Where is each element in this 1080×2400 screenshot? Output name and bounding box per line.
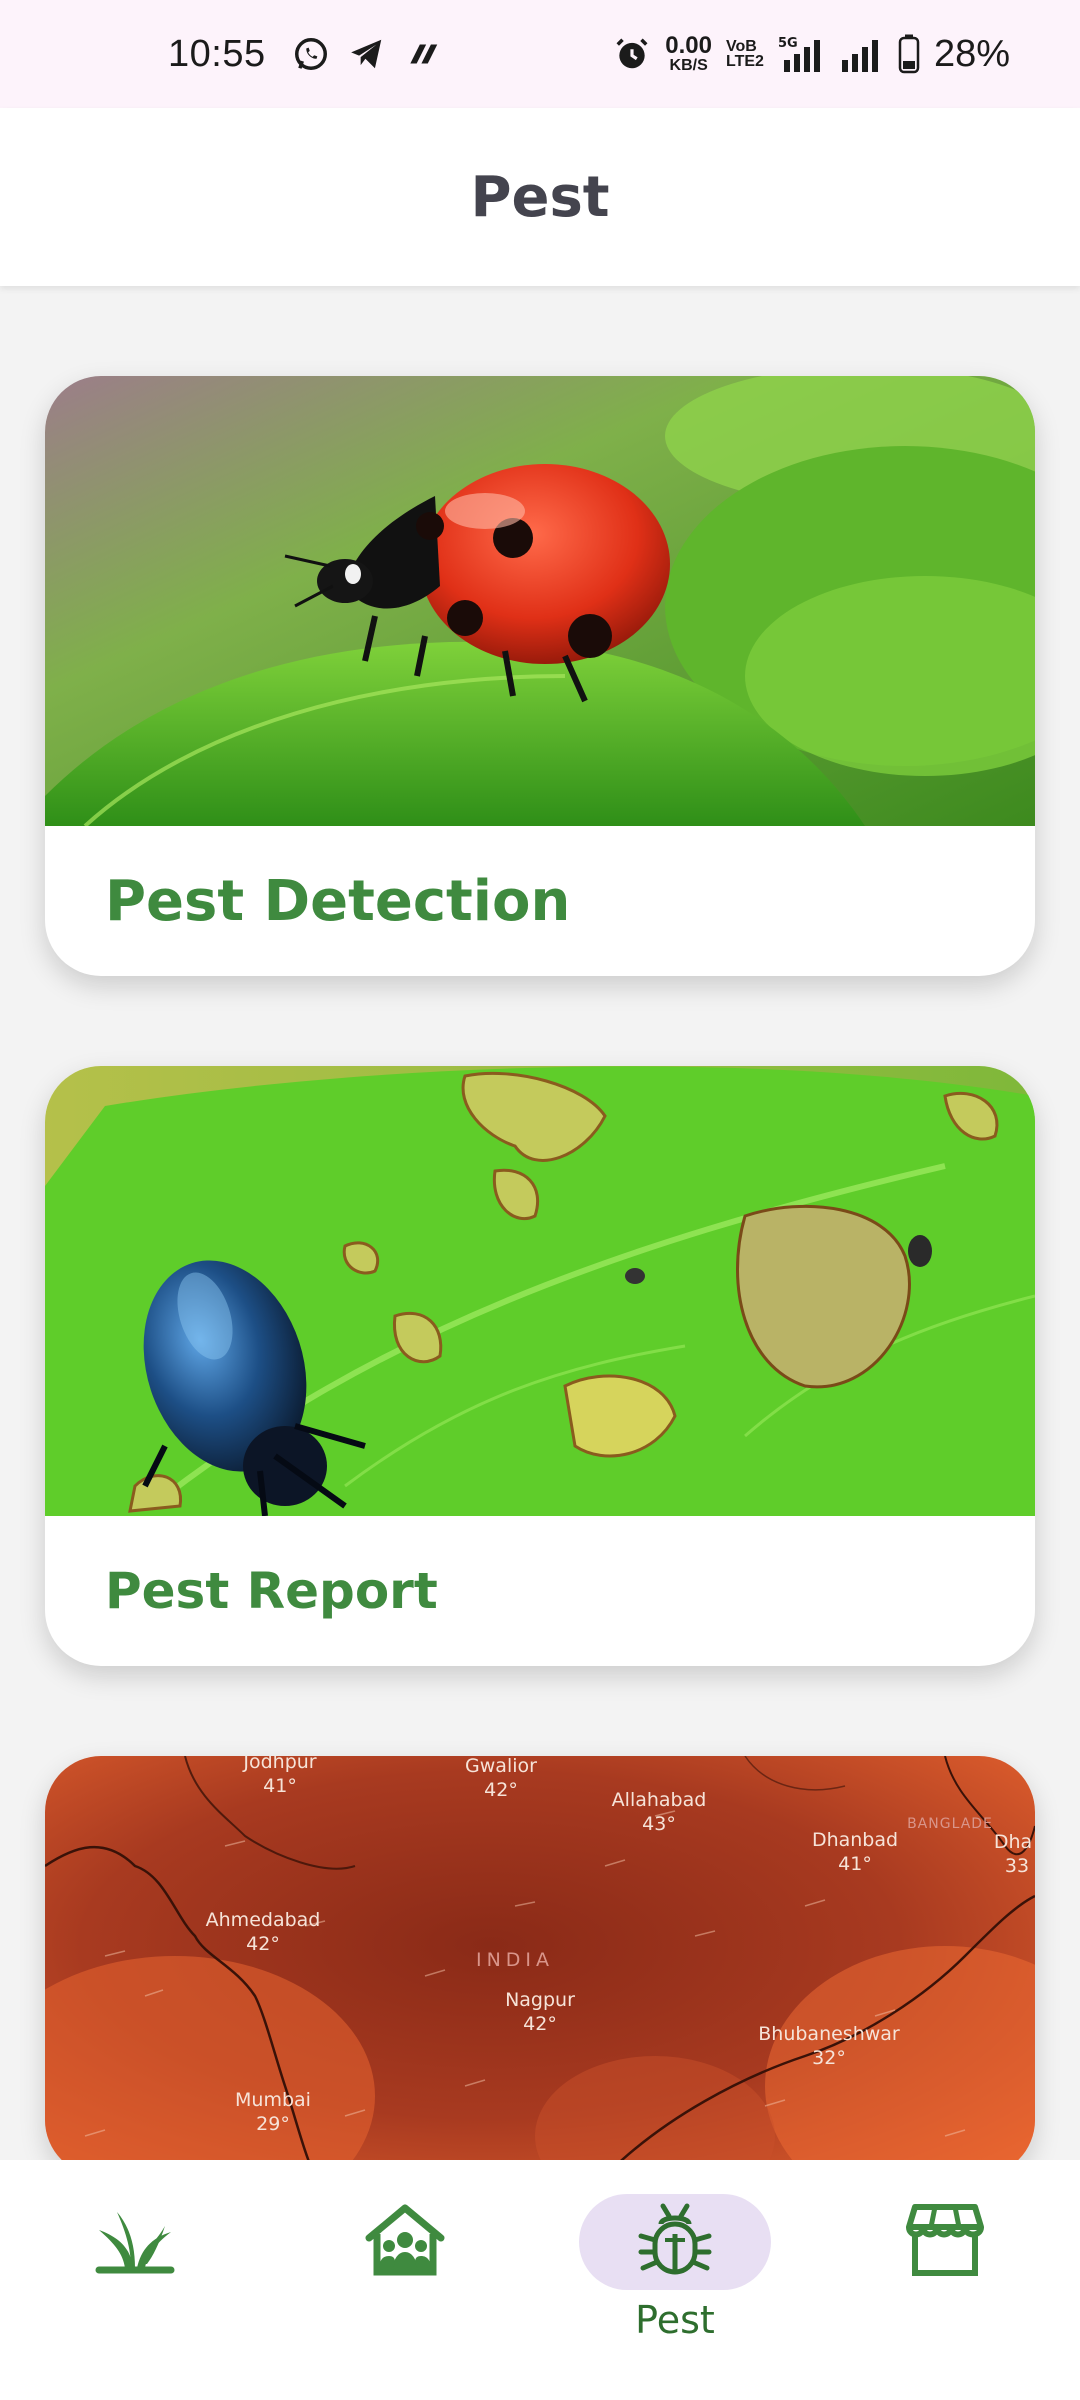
map-label-mumbai: Mumbai <box>235 2089 311 2111</box>
battery-percent: 28% <box>933 32 1010 75</box>
bug-icon <box>637 2200 713 2285</box>
map-label-dha: Dha <box>994 1831 1032 1853</box>
app-header: Pest <box>0 108 1080 286</box>
pest-detection-card[interactable]: Pest Detection <box>45 376 1035 976</box>
app-notification-icon <box>404 35 442 73</box>
map-temp-mumbai: 29° <box>256 2113 290 2135</box>
nav-item-store[interactable] <box>810 2160 1080 2400</box>
nav-pill <box>309 2194 501 2290</box>
weather-map-card[interactable]: Jodhpur 41° Gwalior 42° Allahabad 43° Dh… <box>45 1756 1035 2176</box>
alarm-icon <box>613 35 651 73</box>
card-title: Pest Report <box>105 1562 438 1620</box>
map-label-dhanbad: Dhanbad <box>812 1829 898 1851</box>
map-temp-jodhpur: 41° <box>263 1775 297 1797</box>
network-speed: 0.00 KB/S <box>665 32 712 74</box>
heat-map-image: Jodhpur 41° Gwalior 42° Allahabad 43° Dh… <box>45 1756 1035 2176</box>
volte-indicator: VoB LTE2 <box>726 37 764 70</box>
map-temp-dhanbad: 41° <box>838 1853 872 1875</box>
status-time: 10:55 <box>168 32 266 75</box>
nav-pill <box>849 2194 1041 2290</box>
map-neighbor-label: BANGLADE <box>907 1816 993 1832</box>
map-label-ahmedabad: Ahmedabad <box>206 1909 321 1931</box>
community-home-icon <box>363 2202 447 2283</box>
signal-5g-icon: 5G <box>778 34 826 74</box>
telegram-icon <box>348 35 386 73</box>
map-temp-ahmedabad: 42° <box>246 1933 280 1955</box>
store-icon <box>905 2203 985 2282</box>
map-label-jodhpur: Jodhpur <box>242 1756 316 1773</box>
pest-report-card[interactable]: Pest Report <box>45 1066 1035 1666</box>
nav-pill <box>39 2194 231 2290</box>
status-bar: 10:55 0.00 KB/S VoB LTE2 5G 28% <box>0 0 1080 108</box>
nav-pill-active <box>579 2194 771 2290</box>
map-temp-gwalior: 42° <box>484 1779 518 1801</box>
plant-sprout-icon <box>95 2204 175 2281</box>
map-country-label: INDIA <box>476 1949 554 1971</box>
map-label-nagpur: Nagpur <box>505 1989 575 2011</box>
battery-icon <box>898 34 920 74</box>
map-temp-nagpur: 42° <box>523 2013 557 2035</box>
map-label-gwalior: Gwalior <box>465 1756 537 1777</box>
bottom-navigation: Pest <box>0 2160 1080 2400</box>
nav-label-pest: Pest <box>635 2298 715 2342</box>
card-label-area: Pest Report <box>45 1516 1035 1666</box>
map-label-allahabad: Allahabad <box>612 1789 707 1811</box>
map-temp-bhubaneshwar: 32° <box>812 2047 846 2069</box>
nav-item-pest[interactable]: Pest <box>540 2160 810 2400</box>
nav-item-crops[interactable] <box>0 2160 270 2400</box>
page-title: Pest <box>470 164 610 230</box>
nav-item-community[interactable] <box>270 2160 540 2400</box>
card-label-area: Pest Detection <box>45 826 1035 976</box>
card-title: Pest Detection <box>105 868 571 934</box>
svg-text:5G: 5G <box>778 36 798 51</box>
map-temp-dha: 33 <box>1005 1855 1029 1877</box>
map-temp-allahabad: 43° <box>642 1813 676 1835</box>
signal-bars-icon <box>840 34 884 74</box>
ladybug-image <box>45 376 1035 826</box>
beetle-image <box>45 1066 1035 1516</box>
map-label-bhubaneshwar: Bhubaneshwar <box>758 2023 900 2045</box>
whatsapp-icon <box>292 35 330 73</box>
